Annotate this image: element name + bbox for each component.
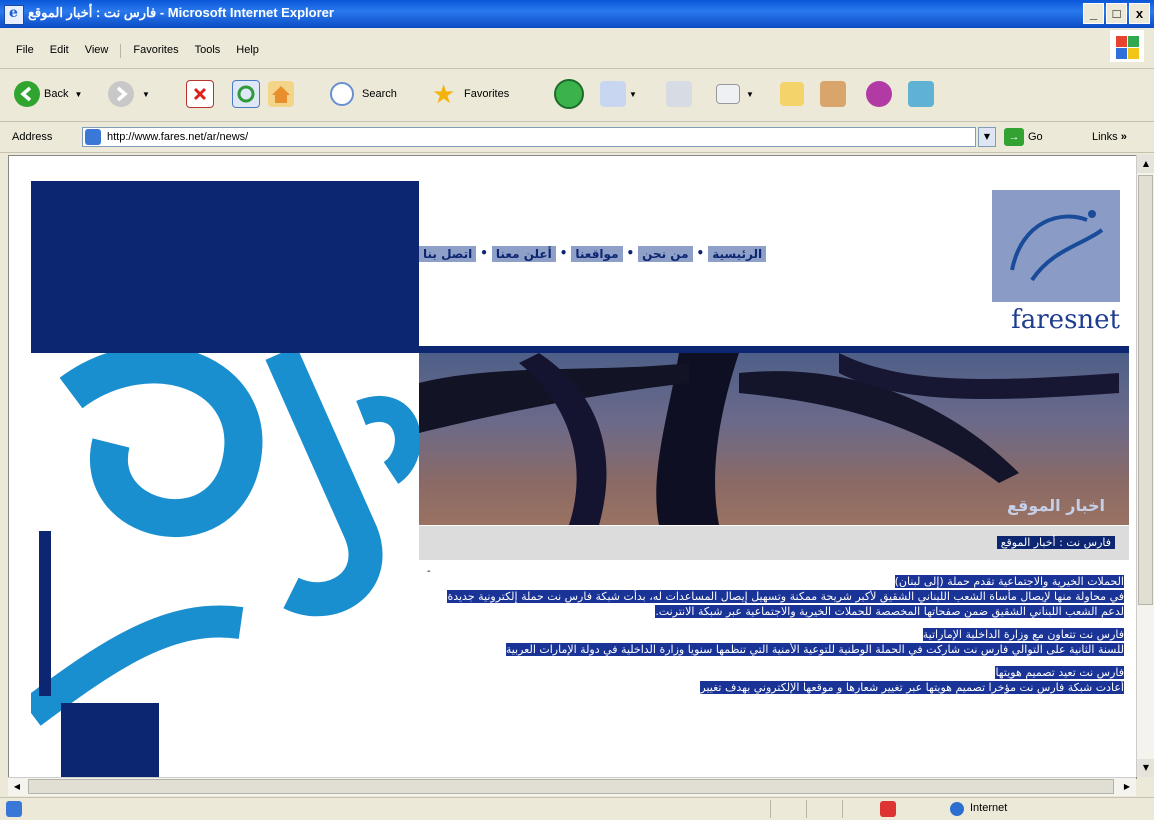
news-title[interactable]: فارس نت تعيد تصميم هويتها [995, 666, 1124, 679]
close-button[interactable]: x [1129, 3, 1150, 24]
scroll-right-icon[interactable]: ▶ [1118, 778, 1136, 796]
chevron-right-icon: » [1120, 131, 1127, 143]
logo-text: faresnet [992, 302, 1120, 336]
news-banner: اخبار الموقع [419, 353, 1129, 525]
scroll-up-icon[interactable]: ▲ [1137, 155, 1154, 173]
vertical-scroll-thumb[interactable] [1138, 175, 1153, 605]
page-icon [85, 129, 101, 145]
news-body: للسنة الثانية على التوالي فارس نت شاركت … [505, 643, 1124, 656]
research-icon[interactable] [820, 81, 846, 107]
menu-edit[interactable]: Edit [42, 44, 77, 58]
scroll-left-icon[interactable]: ◀ [8, 778, 26, 796]
maximize-button[interactable]: □ [1106, 3, 1127, 24]
go-label: Go [1028, 131, 1043, 143]
news-item: فارس نت تعيد تصميم هويتها أعادت شبكة فار… [429, 665, 1124, 695]
news-list: الحملات الخيرية والاجتماعية تقدم حملة (إ… [429, 574, 1124, 703]
menu-view[interactable]: View [77, 44, 117, 58]
security-zone-label: Internet [970, 802, 1008, 814]
address-label: Address [12, 131, 53, 143]
scroll-down-icon[interactable]: ▼ [1137, 759, 1154, 777]
search-icon [330, 82, 354, 106]
menu-tools[interactable]: Tools [187, 44, 229, 58]
address-dropdown-icon[interactable]: ▼ [978, 127, 996, 147]
window-controls: _ □ x [1083, 3, 1150, 24]
status-bar: Internet [0, 797, 1154, 820]
site-logo[interactable]: faresnet [992, 190, 1120, 336]
forward-dropdown-icon[interactable]: ▼ [142, 90, 150, 99]
site-nav: الرئيسية • من نحن • مواقعنا • أعلن معنا • ات… [419, 246, 767, 262]
back-label: Back [44, 88, 69, 100]
menu-file[interactable]: File [8, 44, 42, 58]
news-title[interactable]: الحملات الخيرية والاجتماعية تقدم حملة (إ… [894, 575, 1124, 588]
print-icon[interactable] [666, 81, 692, 107]
title-bar[interactable]: فارس نت : أخبار الموقع - Microsoft Inter… [0, 0, 1154, 28]
mail-icon[interactable] [600, 81, 626, 107]
favorites-button[interactable]: ★ Favorites [432, 79, 509, 109]
banner-title: اخبار الموقع [1007, 496, 1105, 515]
calligraphy-artwork [31, 353, 419, 778]
forward-arrow-icon [108, 81, 134, 107]
news-body: في محاولة منها لإيصال مأساة الشعب اللبنا… [447, 590, 1124, 618]
address-bar: Address http://www.fares.net/ar/news/ ▼ … [0, 122, 1154, 153]
news-title[interactable]: فارس نت تتعاون مع وزارة الداخلية الإمارا… [922, 628, 1124, 641]
news-item: فارس نت تتعاون مع وزارة الداخلية الإمارا… [429, 627, 1124, 657]
address-input[interactable]: http://www.fares.net/ar/news/ [82, 127, 976, 147]
header-divider [419, 346, 1129, 353]
vertical-scrollbar[interactable]: ▲ ▼ [1136, 155, 1154, 777]
breadcrumb-bar: فارس نت : أخبار الموقع [419, 526, 1129, 560]
standard-toolbar: Back ▼ ▼ Search ★ Favorites ▼ ▼ [0, 69, 1154, 122]
favorites-star-icon: ★ [432, 79, 456, 109]
edit-icon[interactable] [716, 84, 740, 104]
address-url[interactable]: http://www.fares.net/ar/news/ [107, 131, 248, 143]
status-divider [806, 800, 807, 818]
status-divider [770, 800, 771, 818]
refresh-icon[interactable] [232, 80, 260, 108]
nav-home[interactable]: الرئيسية [708, 246, 767, 262]
back-arrow-icon [14, 81, 40, 107]
horizontal-scroll-thumb[interactable] [28, 779, 1114, 794]
nav-advertise[interactable]: أعلن معنا [491, 246, 556, 262]
security-icon[interactable] [880, 801, 896, 817]
status-page-icon [6, 801, 22, 817]
logo-calligraphy-icon [1010, 210, 1104, 282]
ie-app-icon[interactable] [4, 5, 24, 25]
menu-help[interactable]: Help [228, 44, 267, 58]
forward-button[interactable]: ▼ [108, 79, 150, 109]
minimize-button[interactable]: _ [1083, 3, 1104, 24]
favorites-label: Favorites [464, 88, 510, 100]
menu-separator [120, 44, 122, 58]
go-arrow-icon: → [1004, 128, 1024, 146]
nav-contact[interactable]: اتصل بنا [419, 246, 477, 262]
back-button[interactable]: Back ▼ [14, 79, 82, 109]
search-button[interactable]: Search [330, 79, 397, 109]
nav-about[interactable]: من نحن [638, 246, 693, 262]
buddies-icon[interactable] [908, 81, 934, 107]
history-icon[interactable] [554, 79, 584, 109]
stop-icon[interactable] [186, 80, 214, 108]
nav-sites[interactable]: مواقعنا [571, 246, 623, 262]
back-dropdown-icon[interactable]: ▼ [74, 90, 82, 99]
home-icon[interactable] [268, 81, 294, 107]
messenger-icon[interactable] [866, 81, 892, 107]
horizontal-scrollbar[interactable]: ◀ ▶ [8, 777, 1136, 796]
status-divider [842, 800, 843, 818]
go-button[interactable]: → Go [1004, 128, 1043, 146]
menu-favorites[interactable]: Favorites [125, 44, 186, 58]
breadcrumb[interactable]: فارس نت : أخبار الموقع [996, 536, 1115, 549]
mail-dropdown-icon[interactable]: ▼ [629, 90, 637, 99]
edit-dropdown-icon[interactable]: ▼ [746, 90, 754, 99]
header-navy-block [31, 181, 419, 353]
windows-logo-icon [1110, 30, 1144, 62]
discuss-icon[interactable] [780, 82, 804, 106]
news-item: الحملات الخيرية والاجتماعية تقدم حملة (إ… [429, 574, 1124, 619]
window-title: فارس نت : أخبار الموقع - Microsoft Inter… [28, 5, 334, 20]
links-button[interactable]: Links » [1092, 131, 1127, 143]
internet-zone-icon [950, 802, 964, 816]
links-label: Links [1092, 131, 1118, 143]
search-label: Search [362, 88, 397, 100]
menu-bar: File Edit View Favorites Tools Help [0, 28, 1154, 69]
page-viewport[interactable]: الرئيسية • من نحن • مواقعنا • أعلن معنا • ات… [8, 155, 1137, 779]
news-body: أعادت شبكة فارس نت مؤخرا تصميم هويتها عب… [700, 681, 1124, 694]
